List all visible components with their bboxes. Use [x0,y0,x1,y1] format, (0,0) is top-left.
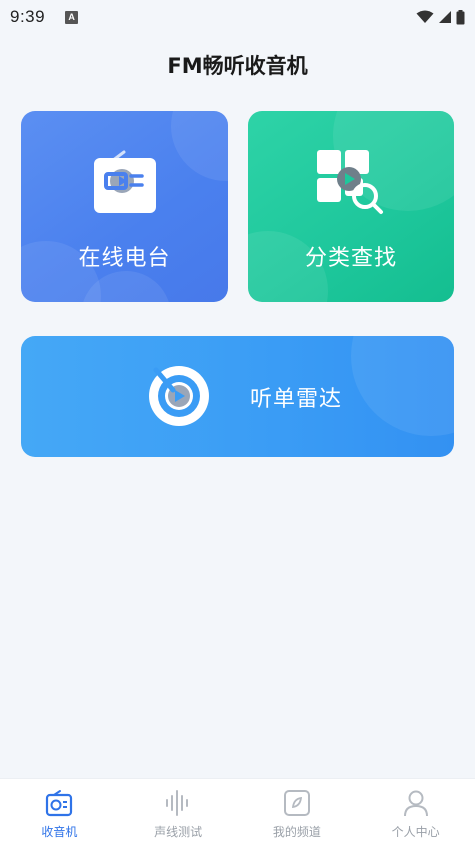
page-title: FM畅听收音机 [167,54,308,78]
online-radio-label: 在线电台 [78,246,171,271]
soundwave-icon [164,789,192,817]
playlist-radar-label: 听单雷达 [250,387,343,412]
grid-search-icon [317,150,383,214]
app-screen: 9:39 A FM畅听收音机 在线电台 分类查找 听单雷达 收音机 声线测试 我… [0,0,475,844]
nav-item-radio[interactable]: 收音机 [0,779,119,844]
radio-icon [45,789,73,817]
channel-icon [283,789,311,817]
wifi-icon [416,10,434,23]
status-time: 9:39 [10,7,46,26]
nav-item-my-channels[interactable]: 我的频道 [238,779,357,844]
bottom-nav: 收音机 声线测试 我的频道 个人中心 [0,778,475,844]
radar-play-icon [149,366,209,426]
notification-badge-icon: A [65,10,79,24]
category-search-card[interactable]: 分类查找 [248,111,454,302]
status-bar: 9:39 A [0,0,475,34]
online-radio-card[interactable]: 在线电台 [21,111,228,302]
nav-item-profile[interactable]: 个人中心 [356,779,475,844]
nav-label-profile: 个人中心 [391,825,440,839]
nav-item-voice-test[interactable]: 声线测试 [119,779,238,844]
nav-label-my-channels: 我的频道 [272,825,321,839]
person-icon [402,789,430,817]
category-search-label: 分类查找 [304,246,397,271]
battery-icon [456,9,465,24]
nav-label-voice-test: 声线测试 [154,825,203,839]
radio-icon [94,150,156,213]
playlist-radar-card[interactable]: 听单雷达 [21,336,454,457]
signal-icon [439,11,451,23]
nav-label-radio: 收音机 [41,825,78,839]
status-icons [416,9,465,25]
